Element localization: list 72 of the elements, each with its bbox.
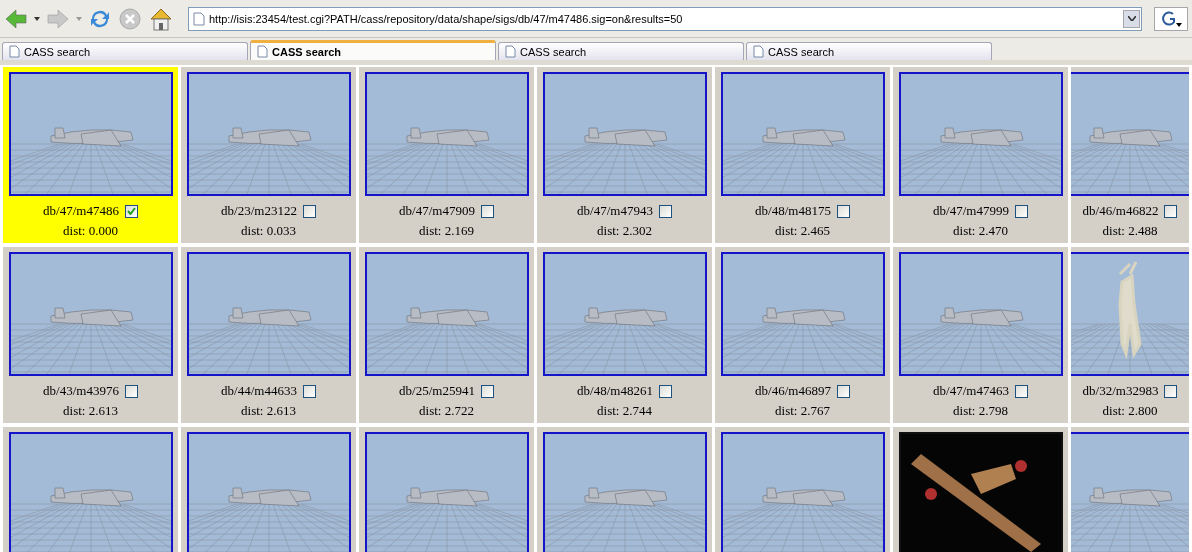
distance-text: dist: 2.470 <box>953 223 1008 239</box>
result-card[interactable]: db/47/m47909 dist: 2.169 <box>359 67 534 243</box>
distance-text: dist: 2.767 <box>775 403 830 419</box>
caret-icon[interactable] <box>34 16 40 21</box>
search-engine-icon <box>1160 9 1182 28</box>
page-icon <box>257 45 268 58</box>
result-card[interactable]: db/43/m43976 dist: 2.613 <box>3 247 178 423</box>
result-card[interactable]: db/46/m46897 dist: 2.767 <box>715 247 890 423</box>
browser-tab[interactable]: CASS search <box>746 42 992 60</box>
distance-text: dist: 2.169 <box>419 223 474 239</box>
checkbox[interactable] <box>836 384 850 398</box>
dropdown-button[interactable] <box>1123 9 1140 28</box>
browser-tab[interactable]: CASS search <box>250 40 496 60</box>
model-path: db/48/m48175 <box>755 203 831 219</box>
page-icon <box>9 45 20 58</box>
distance-text: dist: 2.722 <box>419 403 474 419</box>
model-path: db/46/m46897 <box>755 383 831 399</box>
distance-text: dist: 2.798 <box>953 403 1008 419</box>
checkbox[interactable] <box>124 204 138 218</box>
checkbox[interactable] <box>1164 384 1178 398</box>
distance-text: dist: 2.800 <box>1102 403 1158 419</box>
distance-text: dist: 0.000 <box>63 223 118 239</box>
distance-text: dist: 2.488 <box>1102 223 1158 239</box>
model-path: db/23/m23122 <box>221 203 297 219</box>
model-path: db/46/m46822 <box>1082 203 1159 219</box>
distance-text: dist: 2.613 <box>63 403 118 419</box>
check-icon <box>126 207 136 215</box>
checkbox[interactable] <box>480 384 494 398</box>
model-path: db/32/m32983 <box>1082 383 1159 399</box>
page-icon <box>193 11 205 26</box>
distance-text: dist: 2.613 <box>241 403 296 419</box>
checkbox[interactable] <box>836 204 850 218</box>
model-path: db/47/m47486 <box>43 203 119 219</box>
result-card[interactable]: db/47/m47943 dist: 2.302 <box>537 67 712 243</box>
model-path: db/47/m47909 <box>399 203 475 219</box>
result-card[interactable]: db/47/m47463 dist: 2.798 <box>893 247 1068 423</box>
model-path: db/47/m47463 <box>933 383 1009 399</box>
distance-text: dist: 2.465 <box>775 223 830 239</box>
result-card[interactable]: db/32/m32983 dist: 2.800 <box>1071 247 1189 423</box>
browser-tab[interactable]: CASS search <box>2 42 248 60</box>
result-card[interactable]: db/47/m47486 dist: 0.000 <box>3 67 178 243</box>
model-path: db/25/m25941 <box>399 383 475 399</box>
result-card[interactable]: db/48/m48175 dist: 2.465 <box>715 67 890 243</box>
result-card[interactable]: db/47/m47999 dist: 2.470 <box>893 67 1068 243</box>
checkbox[interactable] <box>124 384 138 398</box>
caret-icon <box>1127 16 1136 21</box>
checkbox[interactable] <box>1014 204 1028 218</box>
result-card[interactable]: db/23/m23122 dist: 0.033 <box>181 67 356 243</box>
model-path: db/47/m47999 <box>933 203 1009 219</box>
model-path: db/48/m48261 <box>577 383 653 399</box>
checkbox[interactable] <box>658 384 672 398</box>
address-field[interactable]: http://isis:23454/test.cgi?PATH/cass/repository/data/shape/sigs/db/47/m47486.sig=on&results=50 <box>188 6 1142 31</box>
result-card[interactable]: db/44/m44633 dist: 2.613 <box>181 247 356 423</box>
checkbox[interactable] <box>1164 204 1178 218</box>
result-card[interactable]: db/48/m48261 dist: 2.744 <box>537 247 712 423</box>
model-path: db/47/m47943 <box>577 203 653 219</box>
model-path: db/43/m43976 <box>43 383 119 399</box>
page-icon <box>753 45 764 58</box>
result-card[interactable]: db/25/m25941 dist: 2.722 <box>359 247 534 423</box>
distance-text: dist: 0.033 <box>241 223 296 239</box>
checkbox[interactable] <box>302 384 316 398</box>
checkbox[interactable] <box>658 204 672 218</box>
model-path: db/44/m44633 <box>221 383 297 399</box>
checkbox[interactable] <box>1014 384 1028 398</box>
distance-text: dist: 2.744 <box>597 403 652 419</box>
page-icon <box>505 45 516 58</box>
checkbox[interactable] <box>480 204 494 218</box>
search-engine-button[interactable] <box>1154 6 1188 31</box>
browser-tab[interactable]: CASS search <box>498 42 744 60</box>
distance-text: dist: 2.302 <box>597 223 652 239</box>
checkbox[interactable] <box>302 204 316 218</box>
result-card[interactable]: db/46/m46822 dist: 2.488 <box>1071 67 1189 243</box>
